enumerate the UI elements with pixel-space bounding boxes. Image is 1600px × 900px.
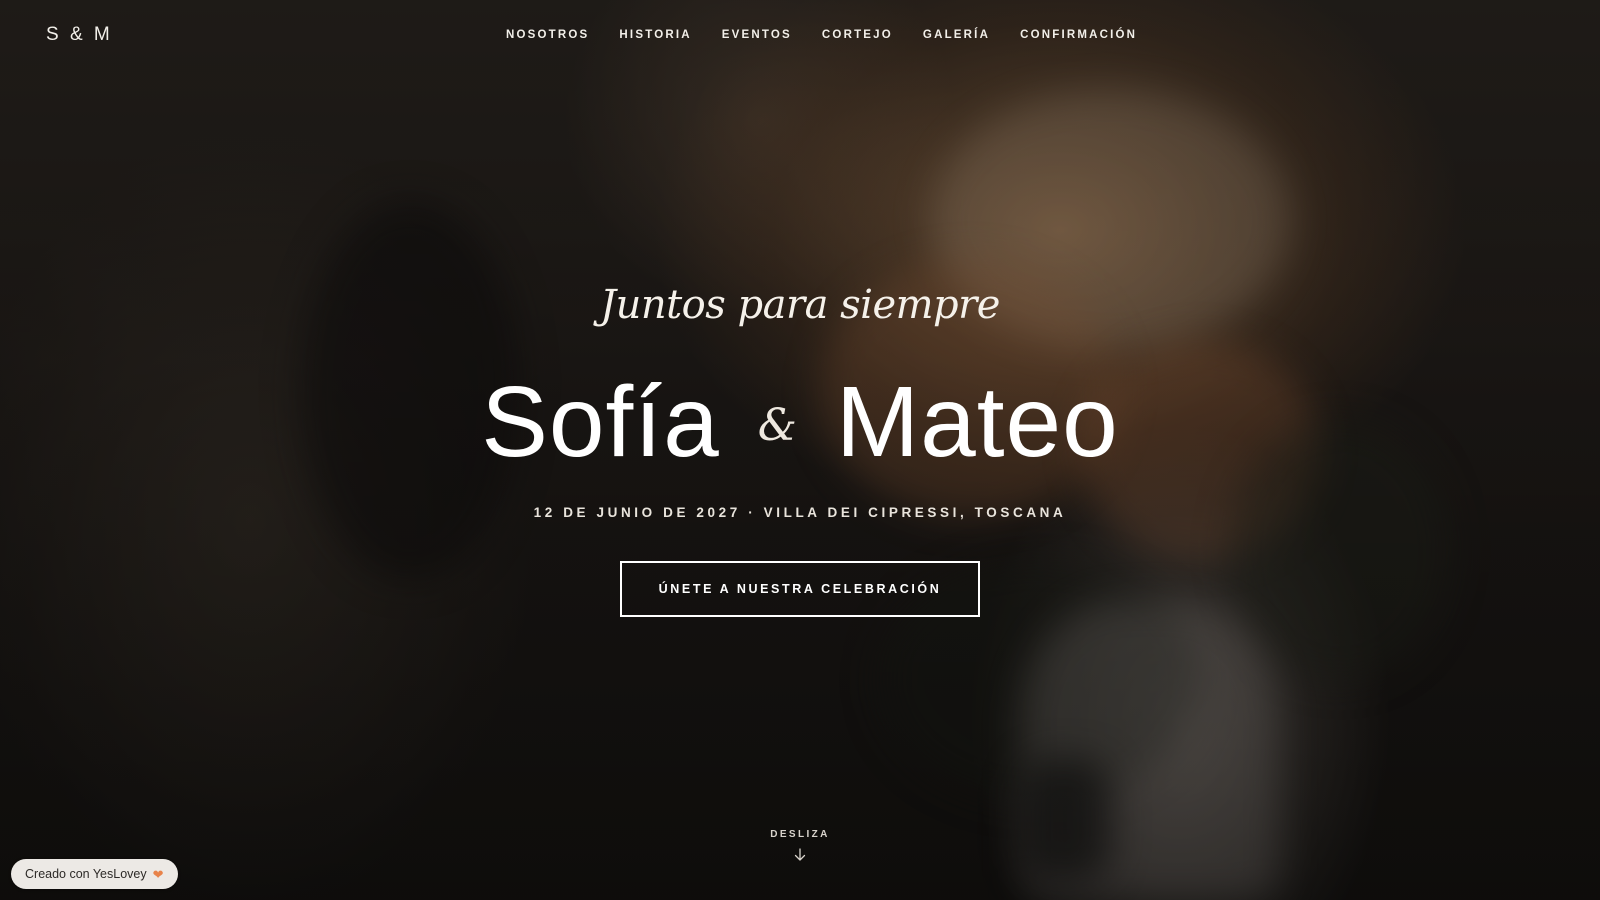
name-bride: Sofía — [481, 366, 720, 478]
yeslovey-badge[interactable]: Creado con YesLovey ❤ — [11, 859, 178, 889]
hero-tagline: Juntos para siempre — [600, 282, 1000, 328]
main-nav: NOSOTROS HISTORIA EVENTOS CORTEJO GALERÍ… — [506, 29, 1137, 41]
arrow-down-icon — [794, 848, 806, 861]
join-celebration-button[interactable]: ÚNETE A NUESTRA CELEBRACIÓN — [620, 561, 980, 617]
badge-label: Creado con YesLovey — [25, 867, 147, 881]
scroll-label: DESLIZA — [770, 829, 830, 840]
nav-item-galeria[interactable]: GALERÍA — [923, 29, 990, 41]
couple-names: Sofía & Mateo — [0, 372, 1600, 472]
nav-item-cortejo[interactable]: CORTEJO — [822, 29, 893, 41]
wedding-date-location: 12 DE JUNIO DE 2027 · VILLA DEI CIPRESSI… — [533, 505, 1067, 520]
name-groom: Mateo — [835, 366, 1119, 478]
nav-item-eventos[interactable]: EVENTOS — [722, 29, 792, 41]
nav-item-nosotros[interactable]: NOSOTROS — [506, 29, 589, 41]
nav-item-confirmacion[interactable]: CONFIRMACIÓN — [1020, 29, 1137, 41]
nav-item-historia[interactable]: HISTORIA — [619, 29, 691, 41]
scroll-indicator[interactable]: DESLIZA — [740, 829, 860, 862]
ampersand: & — [757, 400, 798, 451]
heart-icon: ❤ — [152, 866, 164, 882]
site-logo[interactable]: S & M — [46, 24, 113, 46]
